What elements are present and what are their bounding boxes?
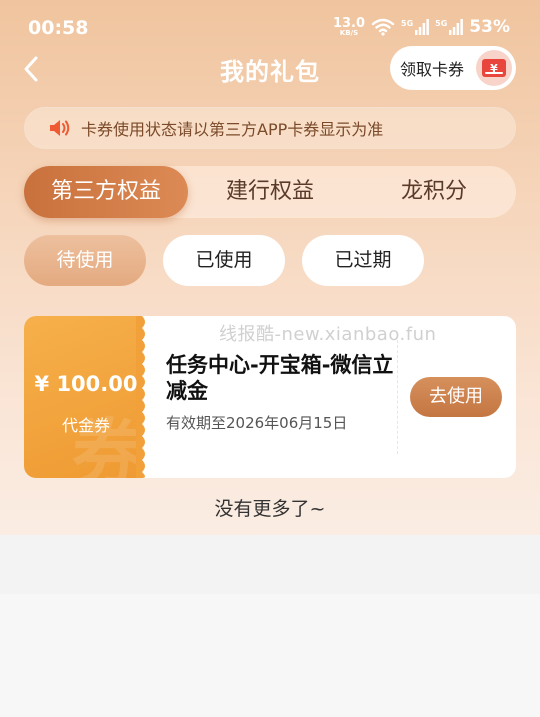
signal-2-label: 5G: [435, 19, 448, 28]
filter-used[interactable]: 已使用: [163, 235, 285, 286]
wifi-icon: [371, 18, 395, 36]
claim-coupon-label: 领取卡券: [400, 60, 465, 79]
tab-third-party[interactable]: 第三方权益: [24, 166, 188, 218]
use-coupon-button[interactable]: 去使用: [410, 377, 502, 417]
signal-bars-icon: [415, 19, 430, 35]
yen-symbol: ¥: [482, 59, 506, 77]
cellular-signal-1: 5G: [401, 19, 430, 35]
speaker-icon: [50, 120, 70, 136]
coupon-watermark-char: 券: [72, 411, 145, 478]
filter-unused[interactable]: 待使用: [24, 235, 146, 286]
signal-1-label: 5G: [401, 19, 414, 28]
ticket-edge: [136, 316, 145, 478]
network-speed-unit: KB/S: [339, 29, 359, 37]
claim-coupon-button[interactable]: 领取卡券 ¥: [390, 46, 516, 90]
battery-percentage: 53%: [469, 17, 510, 37]
benefit-tabs: 第三方权益 建行权益 龙积分: [24, 166, 516, 218]
tab-long-points[interactable]: 龙积分: [352, 166, 516, 218]
content-background: [0, 535, 540, 594]
coupon-card: 券 ¥ 100.00 代金券 线报酷-new.xianbao.fun 任务中心-…: [24, 316, 516, 478]
coupon-expiry: 有效期至2026年06月15日: [166, 414, 348, 432]
page-background: [0, 594, 540, 717]
coupon-amount: ¥ 100.00: [34, 372, 138, 396]
signal-bars-icon: [449, 19, 464, 35]
notice-banner: 卡券使用状态请以第三方APP卡券显示为准: [24, 107, 516, 149]
notice-text: 卡券使用状态请以第三方APP卡券显示为准: [81, 120, 384, 139]
tab-ccb[interactable]: 建行权益: [188, 166, 352, 218]
cellular-signal-2: 5G: [435, 19, 464, 35]
coupon-type: 代金券: [61, 416, 110, 435]
no-more-text: 没有更多了~: [214, 498, 326, 520]
coupon-name: 任务中心-开宝箱-微信立减金: [166, 353, 394, 403]
coupon-card-icon: ¥: [476, 50, 512, 86]
coupon-divider: [397, 340, 398, 454]
status-time: 00:58: [28, 17, 89, 39]
coupon-value-panel: 券: [24, 316, 145, 478]
status-indicators: 13.0 KB/S 5G 5G 53%: [333, 17, 510, 37]
watermark-text: 线报酷-new.xianbao.fun: [219, 324, 437, 345]
network-speed: 13.0 KB/S: [333, 17, 365, 37]
filter-expired[interactable]: 已过期: [302, 235, 424, 286]
